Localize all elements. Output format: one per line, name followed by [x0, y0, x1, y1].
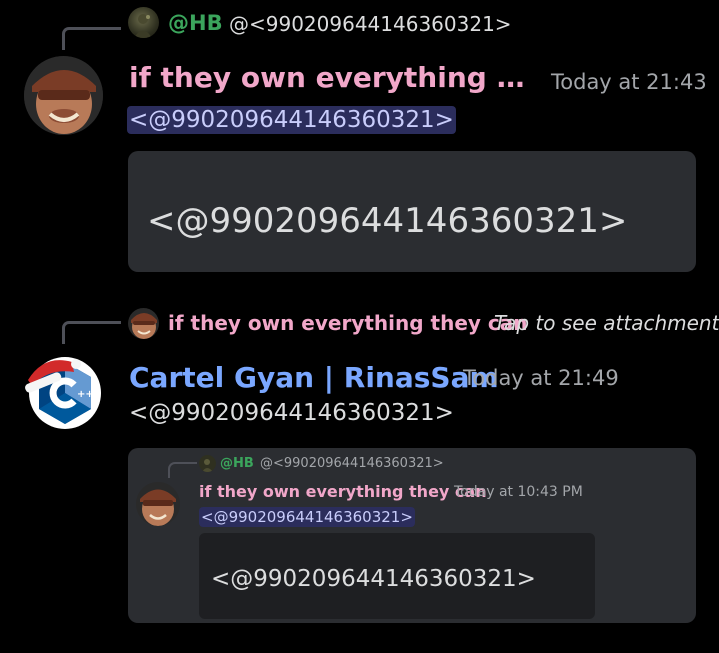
nested-reply-connector	[168, 462, 197, 478]
nested-reply-avatar[interactable]	[199, 455, 216, 472]
user-mention[interactable]: <@990209644146360321>	[127, 106, 456, 134]
soldier-avatar-icon	[24, 56, 103, 135]
message-author-name[interactable]: if they own everything they ...	[129, 61, 529, 94]
message-content: <@990209644146360321>	[129, 400, 454, 426]
nested-embed-box: <@990209644146360321>	[199, 533, 595, 619]
cpp-logo-icon: ++	[25, 357, 101, 429]
camo-figure-icon	[202, 459, 213, 472]
message-timestamp: Today at 21:43	[551, 70, 707, 94]
message-timestamp: Today at 21:49	[463, 366, 619, 390]
nested-author-avatar[interactable]	[136, 482, 180, 526]
nested-reply-text: @<990209644146360321>	[260, 456, 444, 471]
reply-connector	[62, 27, 121, 50]
camo-figure-icon	[134, 14, 152, 38]
soldier-avatar-icon	[131, 313, 157, 339]
message-author-name[interactable]: Cartel Gyan | RinasSam	[129, 361, 499, 394]
nested-user-mention[interactable]: <@990209644146360321>	[199, 507, 415, 527]
reply-preview-text[interactable]: @<990209644146360321>	[229, 12, 512, 36]
embed-text: <@990209644146360321>	[147, 201, 628, 241]
svg-text:++: ++	[77, 389, 94, 400]
reply-connector	[62, 321, 121, 344]
nested-message-card[interactable]: @HB @<990209644146360321> if they own ev…	[128, 448, 696, 623]
nested-reply-author[interactable]: @HB	[220, 456, 254, 471]
reply-author-avatar[interactable]	[128, 7, 159, 38]
reply-author-name[interactable]: if they own everything they can	[168, 311, 528, 335]
soldier-avatar-icon	[140, 489, 176, 526]
author-avatar[interactable]	[24, 56, 103, 135]
nested-author-name[interactable]: if they own everything they can	[199, 482, 487, 501]
reply-author-name[interactable]: @HB	[168, 11, 223, 35]
reply-attachment-text[interactable]: Tap to see attachment	[494, 311, 719, 335]
nested-timestamp: Today at 10:43 PM	[454, 484, 583, 500]
nested-embed-text: <@990209644146360321>	[211, 566, 536, 592]
author-avatar[interactable]: ++	[24, 350, 103, 429]
reply-author-avatar[interactable]	[128, 308, 159, 339]
embed-box: <@990209644146360321>	[128, 151, 696, 272]
